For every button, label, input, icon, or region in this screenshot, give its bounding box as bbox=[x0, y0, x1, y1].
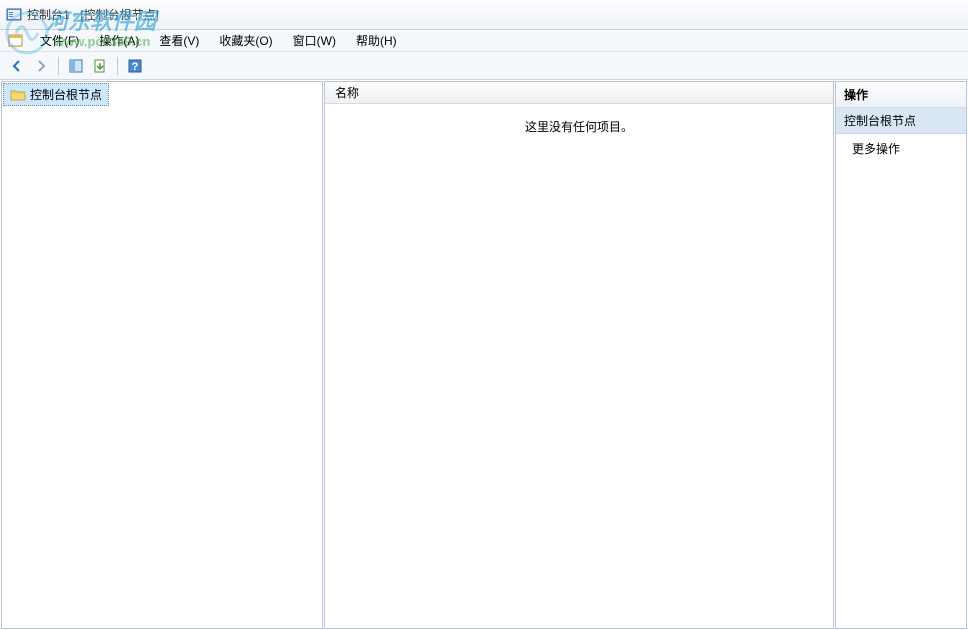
window-title: 控制台1 - [控制台根节点] bbox=[27, 6, 159, 23]
mmc-icon bbox=[6, 7, 22, 23]
tree-root-node[interactable]: 控制台根节点 bbox=[3, 83, 109, 106]
menu-window[interactable]: 窗口(W) bbox=[283, 30, 346, 51]
toolbar-separator bbox=[117, 57, 118, 75]
child-window-icon bbox=[8, 34, 24, 48]
list-panel: 名称 这里没有任何项目。 bbox=[324, 81, 834, 629]
forward-button[interactable] bbox=[30, 55, 52, 77]
export-list-button[interactable] bbox=[89, 55, 111, 77]
column-name-label: 名称 bbox=[335, 84, 359, 101]
show-hide-tree-button[interactable] bbox=[65, 55, 87, 77]
toolbar: ? bbox=[0, 52, 968, 80]
svg-text:?: ? bbox=[132, 61, 139, 73]
empty-message: 这里没有任何项目。 bbox=[325, 104, 833, 135]
menu-favorites[interactable]: 收藏夹(O) bbox=[209, 30, 282, 51]
column-header[interactable]: 名称 bbox=[325, 82, 833, 104]
menu-view[interactable]: 查看(V) bbox=[149, 30, 209, 51]
actions-panel: 操作 控制台根节点 更多操作 bbox=[835, 81, 967, 629]
actions-group-title: 控制台根节点 bbox=[836, 108, 966, 134]
toolbar-separator bbox=[58, 57, 59, 75]
more-actions-link[interactable]: 更多操作 bbox=[836, 134, 966, 163]
menu-file[interactable]: 文件(F) bbox=[30, 30, 89, 51]
main-area: 控制台根节点 名称 这里没有任何项目。 操作 控制台根节点 更多操作 bbox=[0, 80, 968, 630]
menu-help[interactable]: 帮助(H) bbox=[346, 30, 407, 51]
help-button[interactable]: ? bbox=[124, 55, 146, 77]
menu-action[interactable]: 操作(A) bbox=[89, 30, 149, 51]
menu-bar: 文件(F) 操作(A) 查看(V) 收藏夹(O) 窗口(W) 帮助(H) bbox=[0, 30, 968, 52]
more-actions-label: 更多操作 bbox=[852, 142, 900, 156]
tree-root-label: 控制台根节点 bbox=[30, 86, 102, 103]
tree-panel: 控制台根节点 bbox=[1, 81, 323, 629]
actions-header: 操作 bbox=[836, 82, 966, 108]
title-bar: 控制台1 - [控制台根节点] bbox=[0, 0, 968, 30]
folder-icon bbox=[10, 88, 26, 102]
back-button[interactable] bbox=[6, 55, 28, 77]
